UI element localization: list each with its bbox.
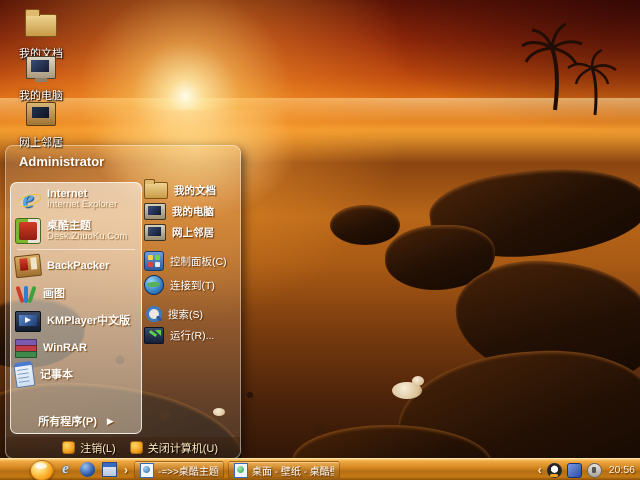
- tray-blue-icon[interactable]: [567, 463, 582, 478]
- menu-place-connect-to[interactable]: 连接到(T): [142, 273, 236, 297]
- menu-item-label: Internet: [47, 188, 117, 200]
- quick-launch: e ›: [58, 462, 128, 477]
- computer-icon: [144, 203, 166, 220]
- desktop-screen: 我的文档 我的电脑 网上邻居 Administrator e Internet …: [0, 0, 640, 480]
- run-icon: [144, 327, 164, 344]
- ie-page-icon: [234, 463, 248, 478]
- desktop-icon-label: 我的电脑: [8, 87, 74, 103]
- start-menu: Administrator e Internet Internet Explor…: [5, 145, 241, 459]
- start-button[interactable]: [30, 460, 54, 480]
- start-menu-username: Administrator: [19, 154, 104, 169]
- search-icon: [144, 305, 162, 323]
- quick-launch-sphere-icon[interactable]: [80, 462, 95, 477]
- menu-item-zhuoku-theme[interactable]: 桌酷主题 Desk.ZhuoKu.Com: [11, 215, 141, 247]
- menu-item-label: KMPlayer中文版: [47, 315, 130, 327]
- taskbar: e › -=>>桌酷主题 - Mic... 桌面 - 壁纸 - 桌酷壁... ‹…: [0, 458, 640, 480]
- menu-place-label: 运行(R)...: [170, 328, 214, 343]
- menu-place-control-panel[interactable]: 控制面板(C): [142, 249, 236, 273]
- notepad-icon: [13, 363, 35, 388]
- quick-launch-chevron-icon[interactable]: ›: [124, 463, 128, 477]
- menu-item-paint[interactable]: 画图: [11, 280, 141, 308]
- menu-item-label: 记事本: [40, 369, 73, 381]
- task-button-label: 桌面 - 壁纸 - 桌酷壁...: [252, 463, 334, 478]
- menu-place-network-places[interactable]: 网上邻居: [142, 222, 236, 243]
- menu-place-my-computer[interactable]: 我的电脑: [142, 201, 236, 222]
- start-menu-left-panel: e Internet Internet Explorer 桌酷主题 Desk.Z…: [10, 182, 142, 434]
- all-programs-label: 所有程序(P): [38, 413, 97, 429]
- menu-place-label: 网上邻居: [172, 225, 214, 240]
- shut-down-button[interactable]: 关闭计算机(U): [130, 440, 218, 456]
- tray-qq-icon[interactable]: [547, 463, 562, 478]
- network-places-icon: [26, 102, 56, 126]
- all-programs-button[interactable]: 所有程序(P) ▶: [11, 413, 141, 429]
- menu-place-label: 我的电脑: [172, 204, 214, 219]
- menu-place-label: 搜索(S): [168, 307, 203, 322]
- wallpaper-rock: [330, 205, 400, 245]
- menu-place-search[interactable]: 搜索(S): [142, 303, 236, 325]
- menu-place-label: 控制面板(C): [170, 254, 227, 269]
- quick-launch-window-icon[interactable]: [102, 462, 117, 477]
- right-arrow-icon: ▶: [107, 416, 114, 427]
- menu-item-label: WinRAR: [43, 342, 87, 354]
- menu-place-run[interactable]: 运行(R)...: [142, 325, 236, 346]
- menu-item-notepad[interactable]: 记事本: [11, 361, 141, 390]
- folder-icon: [144, 182, 168, 199]
- task-button-wallpaper[interactable]: 桌面 - 壁纸 - 桌酷壁...: [228, 461, 340, 479]
- menu-place-my-documents[interactable]: 我的文档: [142, 180, 236, 201]
- menu-item-label: BackPacker: [47, 260, 109, 272]
- box-app-icon: [14, 254, 42, 279]
- desktop-icon-my-computer[interactable]: 我的电脑: [8, 56, 74, 103]
- log-off-icon: [62, 441, 75, 454]
- network-icon: [144, 224, 166, 241]
- shut-down-icon: [130, 441, 143, 454]
- control-panel-icon: [144, 251, 164, 271]
- taskbar-clock[interactable]: 20:56: [609, 464, 635, 476]
- start-menu-right-panel: 我的文档 我的电脑 网上邻居 控制面板(C) 连接到(T) 搜: [142, 180, 236, 434]
- menu-separator: [17, 249, 135, 250]
- menu-item-label: 画图: [43, 288, 65, 300]
- menu-item-label: 桌酷主题: [47, 220, 127, 232]
- log-off-label: 注销(L): [80, 440, 115, 456]
- menu-place-label: 连接到(T): [170, 278, 215, 293]
- system-tray: ‹ 20:56: [538, 459, 638, 480]
- winrar-icon: [15, 338, 37, 358]
- desktop-icon-network-places[interactable]: 网上邻居: [8, 102, 74, 150]
- task-button-label: -=>>桌酷主题 - Mic...: [158, 463, 218, 478]
- my-computer-icon: [26, 56, 56, 79]
- zhuoku-theme-icon: [15, 218, 41, 244]
- wallpaper-shell: [412, 376, 424, 386]
- paint-icon: [15, 283, 37, 305]
- shut-down-label: 关闭计算机(U): [148, 440, 218, 456]
- menu-item-kmplayer[interactable]: KMPlayer中文版: [11, 308, 141, 335]
- desktop-icon-my-documents[interactable]: 我的文档: [8, 8, 74, 61]
- kmplayer-icon: [15, 311, 41, 332]
- palm-trees-silhouette: [500, 10, 630, 120]
- globe-icon: [144, 275, 164, 295]
- tray-chevron-icon[interactable]: ‹: [538, 463, 542, 477]
- tray-ime-icon[interactable]: [587, 463, 602, 478]
- menu-item-winrar[interactable]: WinRAR: [11, 335, 141, 361]
- ie-page-icon: [140, 463, 154, 478]
- log-off-button[interactable]: 注销(L): [62, 440, 115, 456]
- my-documents-icon: [25, 14, 57, 37]
- menu-item-sublabel: Internet Explorer: [47, 200, 117, 210]
- start-menu-footer: 注销(L) 关闭计算机(U): [6, 437, 240, 458]
- internet-explorer-icon: e: [15, 186, 41, 212]
- task-button-zhuoku[interactable]: -=>>桌酷主题 - Mic...: [134, 461, 224, 479]
- menu-place-label: 我的文档: [174, 183, 216, 198]
- menu-item-internet[interactable]: e Internet Internet Explorer: [11, 183, 141, 215]
- quick-launch-ie-icon[interactable]: e: [58, 462, 73, 477]
- menu-item-backpacker[interactable]: BackPacker: [11, 252, 141, 280]
- menu-item-sublabel: Desk.ZhuoKu.Com: [47, 232, 127, 242]
